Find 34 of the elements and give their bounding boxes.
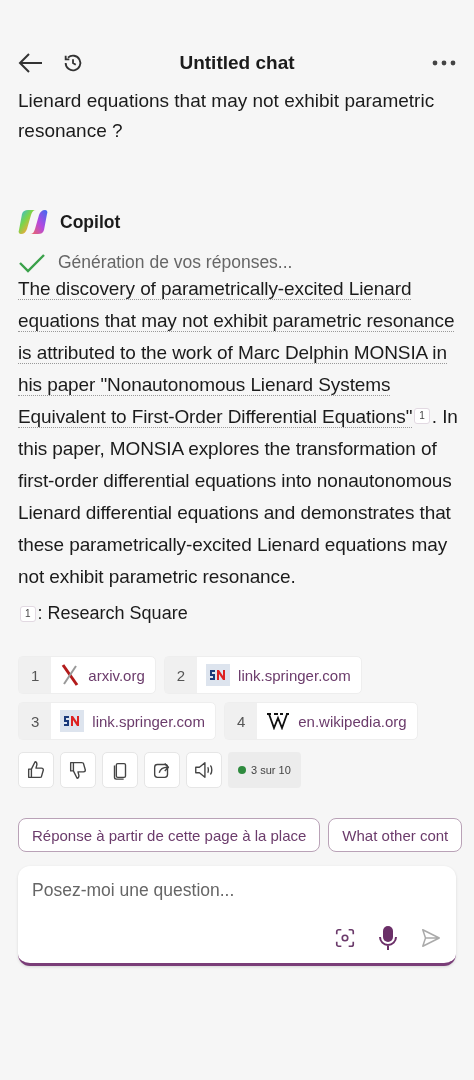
speaker-icon xyxy=(193,759,215,781)
source-link[interactable]: 2 link.springer.com xyxy=(163,656,362,694)
message-input[interactable]: Posez-moi une question... xyxy=(32,880,442,901)
crossed-x-icon xyxy=(60,663,81,687)
citation-badge[interactable]: 1 xyxy=(20,605,36,622)
history-button[interactable] xyxy=(62,52,84,74)
camera-scan-button[interactable] xyxy=(334,927,356,949)
share-button[interactable] xyxy=(144,752,180,788)
sn-logo-icon xyxy=(60,710,85,732)
thumbs-down-button[interactable] xyxy=(60,752,96,788)
w-logo-icon xyxy=(266,712,291,730)
copilot-logo-icon xyxy=(18,208,48,236)
source-link[interactable]: 4 en.wikipedia.org xyxy=(223,702,418,740)
turn-counter: 3 sur 10 xyxy=(251,764,291,776)
sn-logo-icon xyxy=(206,664,231,686)
user-message-text: Lienard equations that may not exhibit parametric xyxy=(17,89,436,113)
speaker-button[interactable] xyxy=(186,752,222,788)
chat-title: Untitled chat xyxy=(179,52,295,73)
source-link[interactable]: 3 link.springer.com xyxy=(18,702,216,740)
status-text: Génération de vos réponses... xyxy=(58,252,293,273)
thumbs-up-button[interactable] xyxy=(18,752,54,788)
footnote-text: : Research Square xyxy=(37,603,188,624)
answer-text: The discovery of parametrically-excited Lienard equations that may not exhibit parametric resonance is attributed to the work of Marc Delphin MONSIA in his paper "Nonautonomous Lienard Systems Equivalent to First-Order Differential Equations" 1 . In this paper, MONSIA explores the transformation of first-order differential equations into nonautonomous Lienard differential equations and demonstrates that these parametrically-excited Lienard equations may not exhibit parametric resonance. xyxy=(18,277,458,589)
assistant-name: Copilot xyxy=(60,211,121,233)
user-message-text: resonance ? xyxy=(17,119,124,143)
source-link[interactable]: 1 arxiv.org xyxy=(18,656,156,694)
back-button[interactable] xyxy=(18,52,44,74)
suggestion-chip[interactable]: Réponse à partir de cette page à la place xyxy=(18,818,321,852)
suggestion-chip[interactable]: What other cont xyxy=(328,818,463,852)
copy-button[interactable] xyxy=(102,752,138,788)
thumbs-up-icon xyxy=(25,759,47,781)
microphone-button[interactable] xyxy=(378,925,398,951)
more-options-button[interactable] xyxy=(432,60,456,66)
thumbs-down-icon xyxy=(67,759,89,781)
